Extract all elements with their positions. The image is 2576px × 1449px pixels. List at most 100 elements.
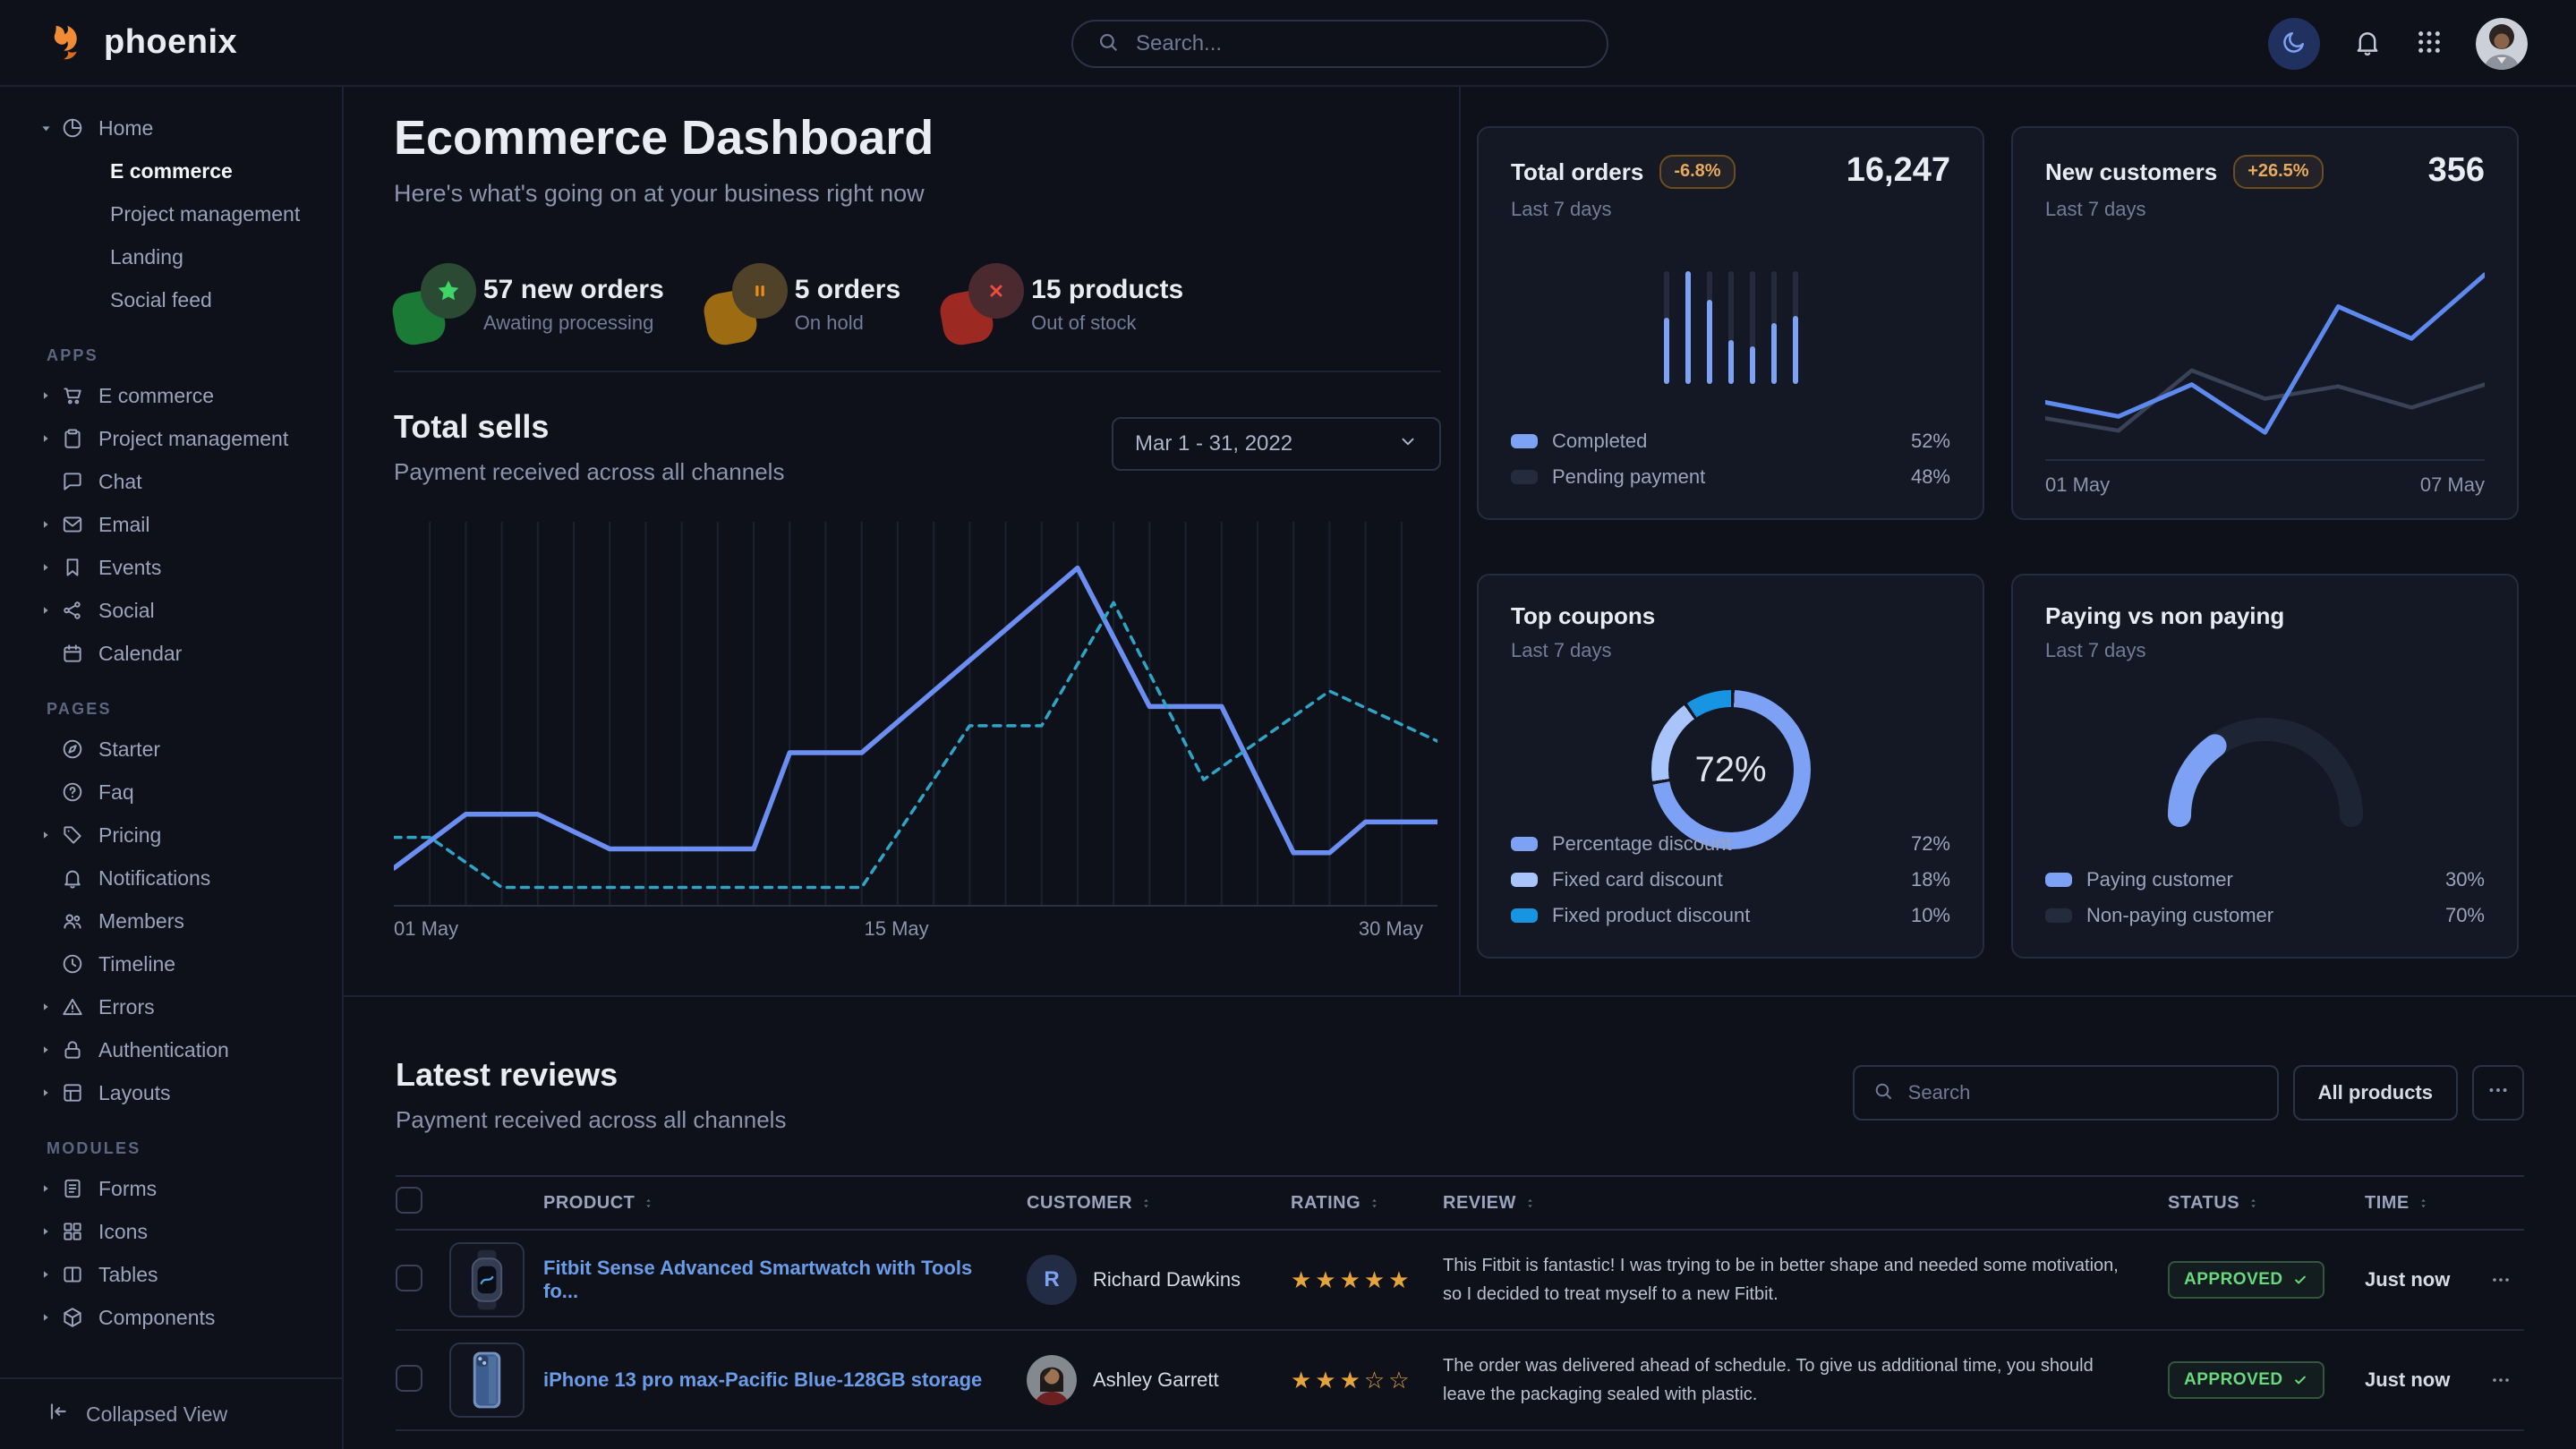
sidebar-item-notifications[interactable]: Notifications xyxy=(0,857,342,899)
review-text: The order was delivered ahead of schedul… xyxy=(1443,1351,2168,1409)
column-header-review: REVIEW xyxy=(1443,1193,2168,1214)
row-actions-button[interactable] xyxy=(2490,1369,2526,1391)
card-value: 356 xyxy=(2428,151,2485,190)
legend-label: Fixed product discount xyxy=(1552,904,1750,927)
sort-icon[interactable] xyxy=(1139,1197,1153,1210)
sidebar-item-label: Faq xyxy=(98,780,134,805)
sort-icon[interactable] xyxy=(1368,1197,1381,1210)
clipboard-icon xyxy=(61,427,84,450)
brand-name: phoenix xyxy=(104,23,237,62)
coupons-legend: Percentage discount72%Fixed card discoun… xyxy=(1511,826,1950,933)
card-title: Paying vs non paying xyxy=(2045,602,2284,630)
sidebar-item-icons[interactable]: Icons xyxy=(0,1210,342,1253)
bookmark-icon xyxy=(61,556,84,579)
orders-legend: Completed52%Pending payment48% xyxy=(1511,423,1950,495)
reviews-search[interactable] xyxy=(1853,1065,2279,1121)
reviews-search-input[interactable] xyxy=(1906,1080,2259,1105)
sidebar-item-label: Errors xyxy=(98,995,155,1019)
sidebar-item-pricing[interactable]: Pricing xyxy=(0,814,342,857)
legend-item-paying-customer: Paying customer30% xyxy=(2045,862,2485,898)
sidebar-item-events[interactable]: Events xyxy=(0,546,342,589)
product-thumbnail[interactable] xyxy=(449,1242,525,1317)
sidebar-item-label: Calendar xyxy=(98,642,182,666)
caret-right-icon xyxy=(39,389,59,402)
reviews-more-button[interactable] xyxy=(2472,1065,2524,1121)
sort-icon[interactable] xyxy=(2247,1197,2260,1210)
product-link[interactable]: Fitbit Sense Advanced Smartwatch with To… xyxy=(543,1257,972,1302)
row-checkbox[interactable] xyxy=(396,1265,422,1291)
sidebar-item-social[interactable]: Social xyxy=(0,589,342,632)
paying-legend: Paying customer30%Non-paying customer70% xyxy=(2045,862,2485,933)
notifications-button[interactable] xyxy=(2352,27,2383,60)
global-search[interactable] xyxy=(1071,20,1608,68)
sidebar-item-faq[interactable]: Faq xyxy=(0,771,342,814)
product-thumbnail[interactable] xyxy=(449,1342,525,1418)
profile-avatar[interactable] xyxy=(2476,18,2528,70)
sidebar-item-project-management[interactable]: Project management xyxy=(0,417,342,460)
sidebar-item-layouts[interactable]: Layouts xyxy=(0,1071,342,1114)
sidebar-subitem-social-feed[interactable]: Social feed xyxy=(0,278,342,321)
customer-name: Richard Dawkins xyxy=(1093,1268,1241,1291)
sort-icon[interactable] xyxy=(1523,1197,1537,1210)
sidebar-item-components[interactable]: Components xyxy=(0,1296,342,1339)
sort-icon[interactable] xyxy=(642,1197,655,1210)
sidebar-item-timeline[interactable]: Timeline xyxy=(0,942,342,985)
sidebar-item-calendar[interactable]: Calendar xyxy=(0,632,342,675)
sidebar-item-members[interactable]: Members xyxy=(0,899,342,942)
column-header-time: TIME xyxy=(2365,1193,2490,1214)
page-subtitle: Here's what's going on at your business … xyxy=(394,180,1459,208)
sidebar-item-starter[interactable]: Starter xyxy=(0,728,342,771)
sidebar-item-tables[interactable]: Tables xyxy=(0,1253,342,1296)
stat-value: 15 products xyxy=(1031,275,1183,305)
apps-menu-button[interactable] xyxy=(2415,28,2444,59)
brand[interactable]: phoenix xyxy=(0,20,237,65)
date-range-select[interactable]: Mar 1 - 31, 2022 xyxy=(1112,417,1441,471)
select-all-checkbox[interactable] xyxy=(396,1187,422,1214)
legend-value: 18% xyxy=(1911,868,1950,891)
search-icon xyxy=(1872,1080,1894,1106)
sidebar-item-label: Members xyxy=(98,909,184,933)
sidebar-subitem-e-commerce[interactable]: E commerce xyxy=(0,149,342,192)
theme-toggle-button[interactable] xyxy=(2268,18,2320,70)
sidebar-subitem-project-management[interactable]: Project management xyxy=(0,192,342,235)
global-search-input[interactable] xyxy=(1134,30,1583,57)
collapse-view-button[interactable]: Collapsed View xyxy=(0,1377,342,1449)
product-link[interactable]: iPhone 13 pro max-Pacific Blue-128GB sto… xyxy=(543,1368,1009,1391)
sidebar-item-label: Timeline xyxy=(98,952,175,976)
table-row-partial xyxy=(396,1431,2524,1449)
sidebar-item-label: Email xyxy=(98,513,150,537)
sidebar-item-home[interactable]: Home xyxy=(0,107,342,149)
sidebar-item-chat[interactable]: Chat xyxy=(0,460,342,503)
sidebar-item-errors[interactable]: Errors xyxy=(0,985,342,1028)
sidebar-item-e-commerce[interactable]: E commerce xyxy=(0,374,342,417)
sidebar-item-label: Forms xyxy=(98,1177,157,1201)
caret-right-icon xyxy=(39,604,59,617)
caret-right-icon xyxy=(39,1268,59,1281)
all-products-button[interactable]: All products xyxy=(2293,1065,2458,1121)
sidebar-item-label: Starter xyxy=(98,737,160,762)
sidebar-item-label: Tables xyxy=(98,1263,158,1287)
sort-icon[interactable] xyxy=(2417,1197,2430,1210)
new-customers-chart xyxy=(2045,262,2485,452)
stat-caption: Awating processing xyxy=(483,311,664,335)
row-actions-button[interactable] xyxy=(2490,1269,2526,1291)
row-checkbox[interactable] xyxy=(396,1365,422,1392)
question-icon xyxy=(61,780,84,804)
legend-item-fixed-product-discount: Fixed product discount10% xyxy=(1511,898,1950,933)
legend-swatch xyxy=(1511,873,1538,887)
sidebar-subitem-landing[interactable]: Landing xyxy=(0,235,342,278)
sidebar-item-authentication[interactable]: Authentication xyxy=(0,1028,342,1071)
legend-item-percentage-discount: Percentage discount72% xyxy=(1511,826,1950,862)
sidebar-item-forms[interactable]: Forms xyxy=(0,1167,342,1210)
collapse-view-label: Collapsed View xyxy=(86,1402,227,1427)
sidebar-item-label: Icons xyxy=(98,1220,148,1244)
review-text: This Fitbit is fantastic! I was trying t… xyxy=(1443,1251,2168,1308)
sidebar-item-email[interactable]: Email xyxy=(0,503,342,546)
caret-down-icon xyxy=(39,122,59,135)
date-range-value: Mar 1 - 31, 2022 xyxy=(1135,431,1292,456)
stat-value: 57 new orders xyxy=(483,275,664,305)
caret-right-icon xyxy=(39,1001,59,1013)
caret-right-icon xyxy=(39,829,59,841)
legend-value: 52% xyxy=(1911,430,1950,453)
card-period: Last 7 days xyxy=(1511,639,1950,662)
